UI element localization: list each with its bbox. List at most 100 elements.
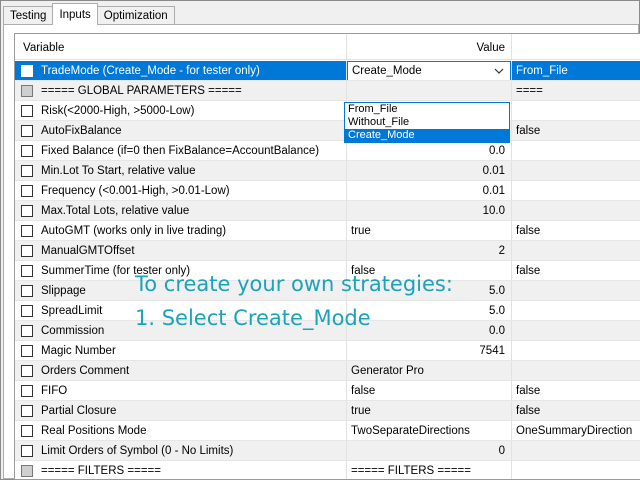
row-value-cell[interactable]: 0	[347, 441, 512, 460]
row-start-cell[interactable]: OneSummaryDirection	[512, 421, 640, 440]
tab-optimization[interactable]: Optimization	[96, 6, 175, 25]
row-value-cell[interactable]: 10.0	[347, 201, 512, 220]
table-row[interactable]: ManualGMTOffset 2	[15, 241, 640, 261]
dropdown-option-create-mode[interactable]: Create_Mode	[345, 129, 509, 142]
checkbox-icon[interactable]	[21, 144, 33, 157]
checkbox-icon[interactable]	[21, 384, 33, 397]
row-start-cell[interactable]	[512, 141, 640, 160]
row-start-cell[interactable]	[512, 441, 640, 460]
row-start-cell[interactable]	[512, 101, 640, 120]
table-row[interactable]: Max.Total Lots, relative value 10.0	[15, 201, 640, 221]
table-row[interactable]: Partial Closure true false	[15, 401, 640, 421]
row-name-cell: Frequency (<0.001-High, >0.01-Low)	[15, 181, 347, 200]
row-start-cell[interactable]	[512, 361, 640, 380]
table-row[interactable]: Magic Number 7541	[15, 341, 640, 361]
table-row[interactable]: Orders Comment Generator Pro	[15, 361, 640, 381]
row-name-label: TradeMode (Create_Mode - for tester only…	[41, 64, 260, 77]
table-row[interactable]: FIFO false false	[15, 381, 640, 401]
row-start-cell[interactable]	[512, 341, 640, 360]
checkbox-icon[interactable]	[21, 264, 33, 277]
row-value-cell[interactable]: 0.0	[347, 321, 512, 340]
checkbox-icon[interactable]	[21, 284, 33, 297]
header-variable[interactable]: Variable	[15, 34, 347, 59]
checkbox-icon[interactable]	[21, 84, 33, 97]
row-start-cell[interactable]	[512, 281, 640, 300]
checkbox-icon[interactable]	[21, 124, 33, 137]
row-start-cell[interactable]: false	[512, 221, 640, 240]
checkbox-icon[interactable]	[21, 204, 33, 217]
row-start-cell[interactable]: false	[512, 381, 640, 400]
checkbox-icon[interactable]	[21, 344, 33, 357]
row-start-cell[interactable]	[512, 241, 640, 260]
row-value-cell[interactable]: 7541	[347, 341, 512, 360]
row-start-cell[interactable]: false	[512, 401, 640, 420]
row-value-cell[interactable]: 2	[347, 241, 512, 260]
table-row[interactable]: Real Positions Mode TwoSeparateDirections…	[15, 421, 640, 441]
dropdown-option-without-file[interactable]: Without_File	[345, 116, 509, 129]
row-start-cell[interactable]	[512, 161, 640, 180]
row-name-label: Max.Total Lots, relative value	[41, 204, 190, 217]
checkbox-icon[interactable]	[21, 444, 33, 457]
tab-strip: Testing Inputs Optimization	[3, 3, 175, 25]
checkbox-icon[interactable]	[21, 104, 33, 117]
table-row[interactable]: Risk(<2000-High, >5000-Low)	[15, 101, 640, 121]
row-value-cell[interactable]: true	[347, 221, 512, 240]
trade-mode-combo[interactable]: Create_Mode	[347, 61, 511, 80]
row-name-label: Risk(<2000-High, >5000-Low)	[41, 104, 195, 117]
table-row[interactable]: Limit Orders of Symbol (0 - No Limits) 0	[15, 441, 640, 461]
row-start-cell[interactable]	[512, 461, 640, 479]
table-row[interactable]: AutoFixBalancefalsefalse	[15, 121, 640, 141]
checkbox-icon[interactable]	[21, 224, 33, 237]
checkbox-icon[interactable]	[21, 164, 33, 177]
checkbox-icon[interactable]	[21, 324, 33, 337]
table-row[interactable]: AutoGMT (works only in live trading) true…	[15, 221, 640, 241]
row-name-cell: Max.Total Lots, relative value	[15, 201, 347, 220]
row-start-cell[interactable]: false	[512, 121, 640, 140]
checkbox-icon[interactable]	[21, 464, 33, 477]
row-value-cell[interactable]: 0.01	[347, 161, 512, 180]
table-row[interactable]: Frequency (<0.001-High, >0.01-Low) 0.01	[15, 181, 640, 201]
row-value-cell[interactable]	[347, 81, 512, 100]
table-row[interactable]: ===== FILTERS ===== ===== FILTERS =====	[15, 461, 640, 479]
row-value-cell[interactable]: TwoSeparateDirections	[347, 421, 512, 440]
checkbox-icon[interactable]	[21, 364, 33, 377]
checkbox-icon[interactable]	[21, 184, 33, 197]
row-value-cell[interactable]: Generator Pro	[347, 361, 512, 380]
tab-testing[interactable]: Testing	[3, 6, 54, 25]
row-start-cell[interactable]	[512, 321, 640, 340]
row-start-cell[interactable]	[512, 201, 640, 220]
row-value-cell[interactable]: 0.01	[347, 181, 512, 200]
row-name-label: AutoGMT (works only in live trading)	[41, 224, 227, 237]
table-row[interactable]: ===== GLOBAL PARAMETERS ===== ====	[15, 81, 640, 101]
row-value-cell[interactable]: false	[347, 381, 512, 400]
checkbox-icon[interactable]	[21, 244, 33, 257]
row-value-cell[interactable]: ===== FILTERS =====	[347, 461, 512, 479]
row-name-label: Orders Comment	[41, 364, 130, 377]
checkbox-icon[interactable]	[21, 64, 33, 77]
checkbox-icon[interactable]	[21, 304, 33, 317]
chevron-down-icon[interactable]	[492, 64, 506, 78]
row-name-cell: FIFO	[15, 381, 347, 400]
tab-inputs[interactable]: Inputs	[52, 3, 98, 25]
combo-value: Create_Mode	[352, 64, 422, 77]
overlay-caption-line1: To create your own strategies:	[135, 272, 453, 296]
row-value-cell[interactable]: true	[347, 401, 512, 420]
inputs-panel: Variable Value TradeMode (Create_Mode - …	[3, 24, 640, 480]
table-row[interactable]: TradeMode (Create_Mode - for tester only…	[15, 61, 640, 81]
table-row[interactable]: Min.Lot To Start, relative value 0.01	[15, 161, 640, 181]
header-value[interactable]: Value	[347, 34, 512, 59]
dropdown-option-from-file[interactable]: From_File	[345, 103, 509, 116]
table-row[interactable]: Fixed Balance (if=0 then FixBalance=Acco…	[15, 141, 640, 161]
row-value-cell[interactable]: 0.0	[347, 141, 512, 160]
checkbox-icon[interactable]	[21, 404, 33, 417]
row-start-cell[interactable]: From_File	[512, 61, 640, 80]
trade-mode-combo-cell[interactable]: Create_Mode	[347, 61, 512, 80]
checkbox-icon[interactable]	[21, 424, 33, 437]
row-start-cell[interactable]: false	[512, 261, 640, 280]
row-start-cell[interactable]	[512, 181, 640, 200]
inputs-dialog: Testing Inputs Optimization Variable Val…	[0, 0, 640, 480]
row-start-cell[interactable]	[512, 301, 640, 320]
row-start-cell[interactable]: ====	[512, 81, 640, 100]
row-value-cell[interactable]: 5.0	[347, 301, 512, 320]
header-start[interactable]	[512, 34, 640, 59]
